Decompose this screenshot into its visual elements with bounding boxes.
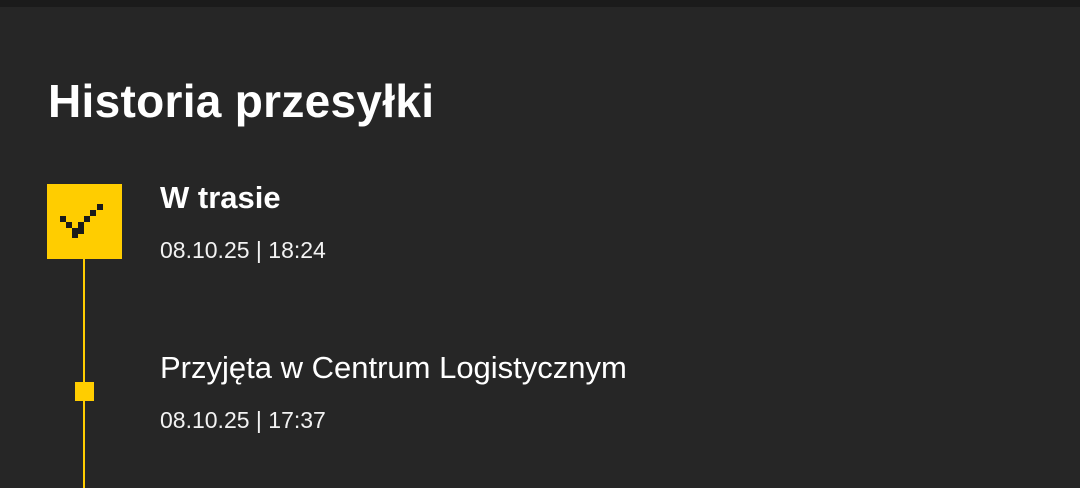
event-datetime: 08.10.25 | 18:24 <box>160 237 326 263</box>
event-datetime: 08.10.25 | 17:37 <box>160 407 326 433</box>
timeline-dot-icon <box>75 382 94 401</box>
event-status-logistics-center: Przyjęta w Centrum Logistycznym <box>160 350 627 385</box>
top-bar <box>0 0 1080 7</box>
checkmark-icon <box>47 184 122 259</box>
page-title: Historia przesyłki <box>48 75 435 127</box>
timeline-line <box>83 258 85 488</box>
event-status-in-transit: W trasie <box>160 180 281 215</box>
